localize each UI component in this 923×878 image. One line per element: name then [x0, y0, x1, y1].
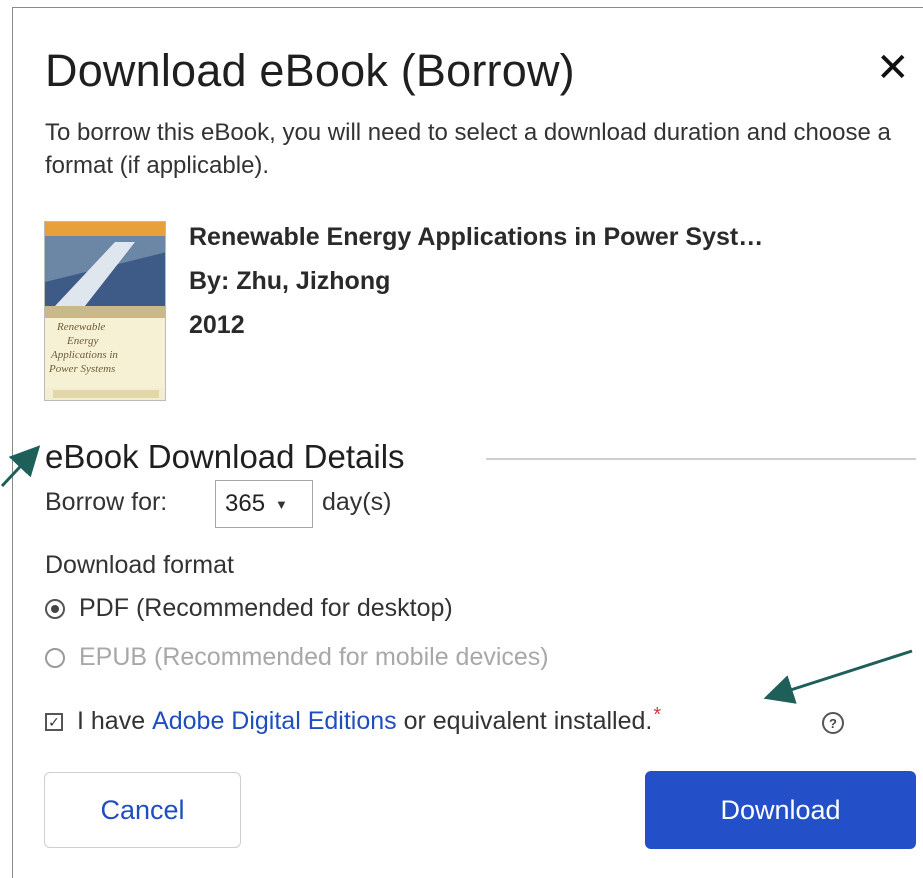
- cover-text-4: Power Systems: [48, 363, 115, 375]
- radio-selected-icon[interactable]: [45, 598, 65, 619]
- section-divider: [486, 458, 916, 460]
- section-heading: eBook Download Details: [45, 438, 419, 476]
- close-icon[interactable]: ✕: [876, 48, 910, 88]
- format-option-epub-label: EPUB (Recommended for mobile devices): [79, 643, 549, 671]
- cover-text-1: Renewable: [56, 321, 105, 333]
- chevron-down-icon: ▼: [275, 496, 288, 512]
- book-title: Renewable Energy Applications in Power S…: [189, 223, 764, 251]
- radio-unselected-icon: [45, 647, 65, 668]
- format-option-pdf[interactable]: PDF (Recommended for desktop): [45, 594, 453, 623]
- format-label: Download format: [45, 551, 234, 579]
- required-asterisk: *: [653, 704, 662, 726]
- borrow-duration-value: 365: [225, 490, 266, 517]
- book-author: By: Zhu, Jizhong: [189, 267, 391, 295]
- adobe-acknowledgement: ✓ I have Adobe Digital Editions or equiv…: [45, 704, 662, 736]
- ack-prefix: I have: [77, 707, 153, 735]
- book-year: 2012: [189, 311, 245, 339]
- acknowledge-checkbox[interactable]: ✓: [45, 712, 63, 731]
- cover-text-3: Applications in: [50, 349, 118, 361]
- format-option-epub: EPUB (Recommended for mobile devices): [45, 643, 549, 672]
- download-button[interactable]: Download: [645, 771, 916, 849]
- cancel-button[interactable]: Cancel: [44, 772, 241, 848]
- borrow-unit-label: day(s): [322, 488, 392, 516]
- book-cover-image: Renewable Energy Applications in Power S…: [44, 221, 166, 401]
- cover-text-2: Energy: [66, 335, 98, 347]
- dialog-title: Download eBook (Borrow): [45, 45, 575, 96]
- dialog-intro: To borrow this eBook, you will need to s…: [45, 119, 891, 179]
- format-option-pdf-label: PDF (Recommended for desktop): [79, 594, 453, 622]
- borrow-duration-select[interactable]: 365 ▼: [215, 480, 313, 528]
- ack-suffix: or equivalent installed.: [396, 707, 653, 735]
- help-icon[interactable]: ?: [822, 712, 844, 734]
- borrow-label: Borrow for:: [45, 488, 168, 516]
- adobe-digital-editions-link[interactable]: Adobe Digital Editions: [152, 707, 397, 736]
